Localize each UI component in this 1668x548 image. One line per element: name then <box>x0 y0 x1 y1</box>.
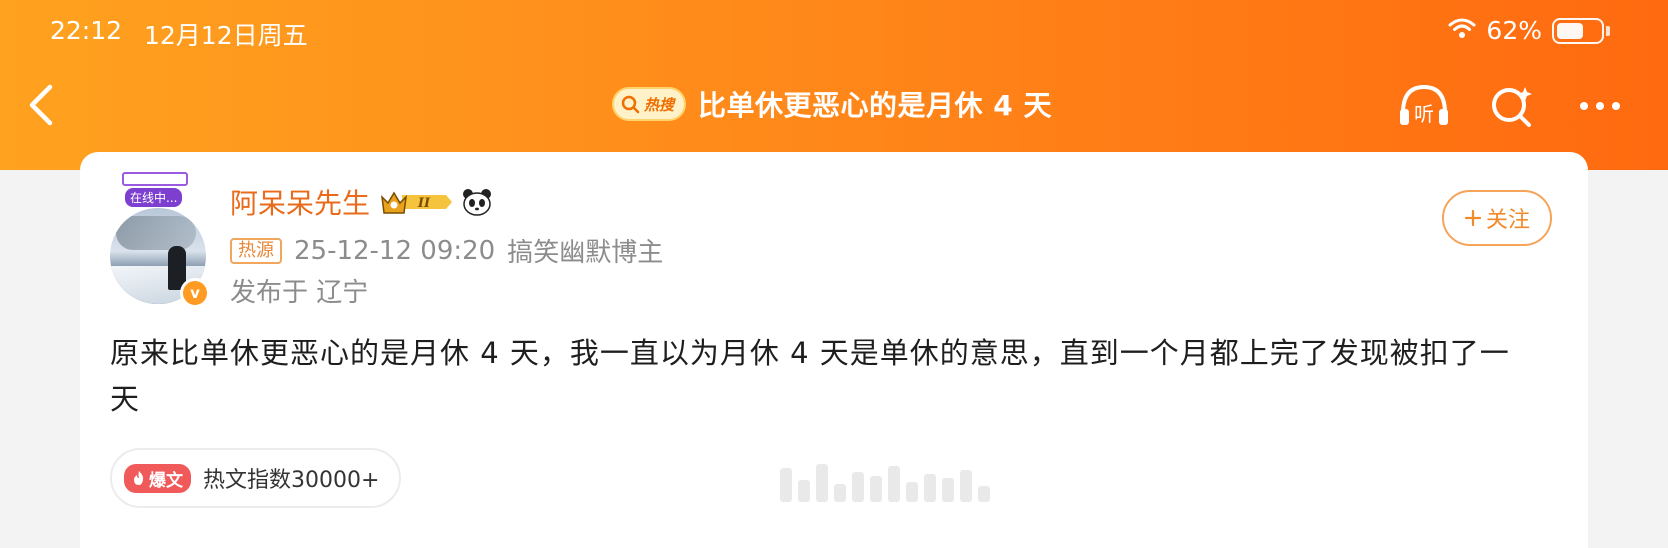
page-title: 比单休更恶心的是月休 4 天 <box>698 89 1052 122</box>
more-button[interactable] <box>1572 78 1628 134</box>
username[interactable]: 阿呆呆先生 <box>230 182 370 222</box>
vip-crown-badge[interactable]: II <box>380 187 453 217</box>
status-date: 12月12日周五 <box>144 21 308 50</box>
listen-icon-label: 听 <box>1414 102 1434 126</box>
hot-search-label: 热搜 <box>644 95 675 114</box>
author-title: 搞笑幽默博主 <box>507 238 664 268</box>
headphones-icon: 听 <box>1400 84 1448 126</box>
status-right: 62% <box>1448 16 1610 45</box>
explode-label: 爆文 <box>149 470 183 491</box>
avatar-wrap[interactable]: 在线中... v <box>110 172 220 308</box>
fire-icon <box>134 471 144 485</box>
more-dots-icon <box>1580 102 1620 110</box>
post-timestamp: 25-12-12 09:20 <box>294 235 496 266</box>
follow-button[interactable]: 关注 <box>1442 190 1552 246</box>
vip-level-label: II <box>417 196 431 211</box>
wifi-icon <box>1448 16 1476 45</box>
battery-icon <box>1552 17 1604 44</box>
online-status-tag: 在线中... <box>122 172 190 210</box>
status-bar: 22:12 12月12日周五 62% <box>0 0 1668 60</box>
post-location: 发布于 辽宁 <box>230 278 369 308</box>
post-meta: 热源 25-12-12 09:20 搞笑幽默博主 <box>230 232 663 269</box>
chevron-left-icon <box>29 84 53 126</box>
search-icon <box>621 95 640 114</box>
nav-actions: 听 <box>1396 78 1628 134</box>
post-card: 在线中... v 阿呆呆先生 II 热源 25-12-12 09:20 搞笑幽默… <box>80 152 1588 548</box>
crown-icon: II <box>381 191 453 214</box>
ghost-watermark <box>780 464 990 502</box>
verified-badge-icon: v <box>180 278 210 308</box>
battery-percent: 62% <box>1486 16 1542 45</box>
panda-icon <box>462 188 492 216</box>
username-row: 阿呆呆先生 II <box>230 182 492 222</box>
back-button[interactable] <box>16 80 66 130</box>
top-bar: 22:12 12月12日周五 62% 热搜 比单休更恶心的是月休 4 天 听 <box>0 0 1668 170</box>
listen-button[interactable]: 听 <box>1396 78 1452 134</box>
hot-search-pill[interactable]: 热搜 <box>612 87 687 121</box>
magnifier-sparkle-icon <box>1492 87 1532 127</box>
source-tag[interactable]: 热源 <box>230 237 282 264</box>
online-status-label: 在线中... <box>125 188 183 207</box>
hot-index-chip[interactable]: 爆文 热文指数30000+ <box>110 448 402 508</box>
plus-icon <box>1464 209 1482 227</box>
nav-title-area: 热搜 比单休更恶心的是月休 4 天 <box>612 84 1052 124</box>
explode-tag: 爆文 <box>124 463 191 493</box>
search-button[interactable] <box>1484 78 1540 134</box>
post-content: 原来比单休更恶心的是月休 4 天，我一直以为月休 4 天是单休的意思，直到一个月… <box>110 336 1510 416</box>
hot-index-label: 热文指数30000+ <box>203 468 380 493</box>
follow-label: 关注 <box>1485 208 1530 233</box>
status-time: 22:12 <box>50 16 123 45</box>
